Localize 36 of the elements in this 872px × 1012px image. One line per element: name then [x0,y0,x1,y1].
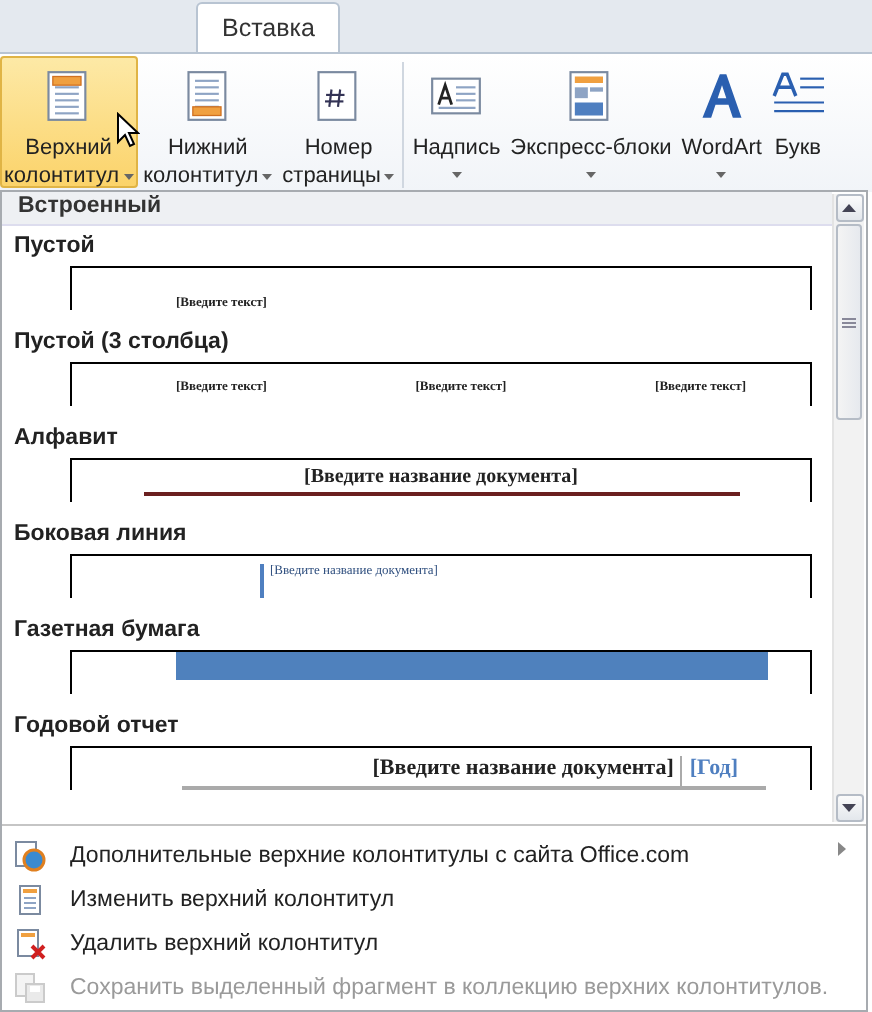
down-arrow-icon [842,804,856,812]
ribbon-button[interactable]: Букв [767,56,828,188]
gallery-item[interactable]: Годовой отчет [Введите название документа] [Год] [2,706,832,802]
globe-page-icon [14,840,46,872]
gallery-item-title: Газетная бумага [12,616,200,646]
ribbon-button[interactable]: Надпись [408,56,505,188]
ribbon-button[interactable]: Экспресс-блоки [506,56,676,188]
ribbon-button[interactable]: Нижний колонтитул [139,56,277,188]
scroll-up-button[interactable] [835,194,863,222]
scroll-thumb[interactable] [836,224,862,420]
ribbon-tab[interactable]: Вставка [196,2,341,52]
page-save-icon [14,972,46,1004]
menu-item[interactable]: Изменить верхний колонтитул [2,878,866,922]
gallery-item-title: Пустой (3 столбца) [12,328,229,358]
section-heading: Встроенный [2,192,832,226]
gallery-item-title: Боковая линия [12,520,187,550]
scrollbar[interactable] [832,194,864,822]
menu-item[interactable]: Удалить верхний колонтитул [2,922,866,966]
mouse-cursor-icon [116,112,140,148]
scroll-down-button[interactable] [835,794,863,822]
gallery-item-title: Годовой отчет [12,712,179,742]
ribbon-button[interactable]: WordArt [677,56,766,188]
gallery-item-title: Алфавит [12,424,118,454]
gallery-item[interactable]: Алфавит [Введите название документа] [2,418,832,514]
page-icon [14,884,46,916]
grip-icon [842,317,856,327]
ribbon-button[interactable]: Номер страницы [278,56,399,188]
menu-item[interactable]: Дополнительные верхние колонтитулы с сайта Office.com [2,834,866,878]
page-delete-icon [14,928,46,960]
up-arrow-icon [842,204,856,212]
placeholder-text: [Введите название документа] [304,466,578,488]
placeholder-text: [Год] [687,756,740,784]
gallery-item[interactable]: Газетная бумага [2,610,832,706]
ribbon-button[interactable]: Верхний колонтитул [0,56,138,188]
placeholder-text: [Введите название документа] [372,756,682,786]
gallery-item-title: Пустой [12,232,95,262]
